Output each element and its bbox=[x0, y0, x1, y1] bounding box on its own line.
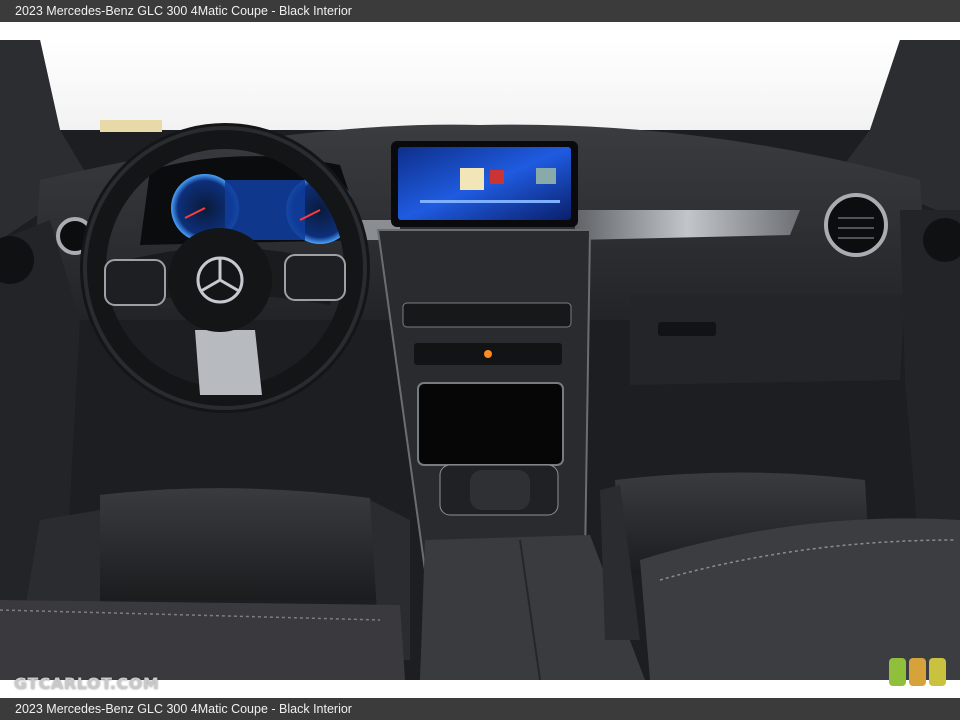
caption-text-bottom: 2023 Mercedes-Benz GLC 300 4Matic Coupe … bbox=[15, 702, 352, 716]
color-swatches bbox=[889, 658, 946, 686]
swatch-orange bbox=[909, 658, 926, 686]
interior-photo bbox=[0, 40, 960, 680]
swatch-green bbox=[889, 658, 906, 686]
caption-bar-top: 2023 Mercedes-Benz GLC 300 4Matic Coupe … bbox=[0, 0, 960, 22]
swatch-yellow bbox=[929, 658, 946, 686]
watermark-text: GTCARLOT.COM bbox=[14, 674, 160, 693]
caption-text-top: 2023 Mercedes-Benz GLC 300 4Matic Coupe … bbox=[15, 4, 352, 18]
interior-illustration bbox=[0, 40, 960, 680]
caption-bar-bottom: 2023 Mercedes-Benz GLC 300 4Matic Coupe … bbox=[0, 698, 960, 720]
